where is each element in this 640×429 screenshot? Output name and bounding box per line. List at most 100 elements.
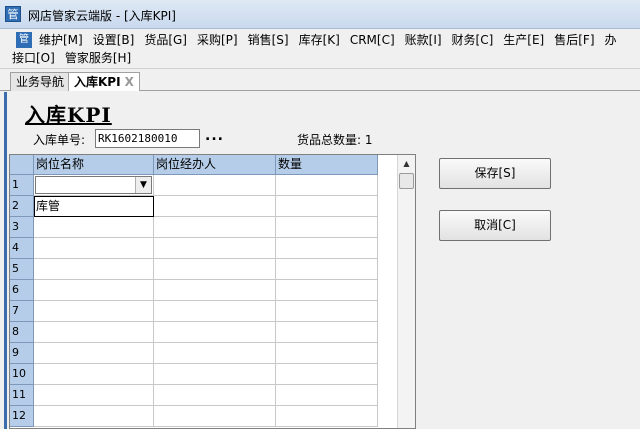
cell-handler[interactable] [154, 217, 276, 238]
cell-position[interactable] [34, 343, 154, 364]
table-row[interactable]: 5 [10, 259, 381, 280]
row-number[interactable]: 6 [10, 280, 34, 301]
menu-accounts[interactable]: 账款[I] [401, 31, 448, 49]
menu-aftersales[interactable]: 售后[F] [550, 31, 600, 49]
menu-sales[interactable]: 销售[S] [244, 31, 295, 49]
cell-position[interactable] [34, 217, 154, 238]
cell-quantity[interactable] [276, 343, 378, 364]
cell-position[interactable] [34, 406, 154, 427]
cell-position[interactable] [34, 364, 154, 385]
table-row[interactable]: 2 库管 [10, 196, 381, 217]
cell-handler[interactable] [154, 280, 276, 301]
row-number[interactable]: 1 [10, 175, 34, 196]
table-row[interactable]: 12 [10, 406, 381, 427]
cell-handler[interactable] [154, 385, 276, 406]
cell-quantity[interactable] [276, 322, 378, 343]
cell-position[interactable] [34, 385, 154, 406]
table-row[interactable]: 8 [10, 322, 381, 343]
menu-crm[interactable]: CRM[C] [346, 31, 401, 49]
menu-production[interactable]: 生产[E] [499, 31, 550, 49]
menu-service[interactable]: 管家服务[H] [61, 49, 137, 67]
grid-vertical-scrollbar[interactable]: ▲ [397, 155, 415, 428]
order-number-field[interactable]: RK1602180010 [95, 129, 200, 148]
row-number[interactable]: 9 [10, 343, 34, 364]
menu-inventory[interactable]: 库存[K] [295, 31, 346, 49]
menu-settings[interactable]: 设置[B] [89, 31, 141, 49]
tab-close-icon[interactable]: X [125, 75, 134, 89]
cell-quantity[interactable] [276, 175, 378, 196]
menu-finance[interactable]: 财务[C] [448, 31, 500, 49]
row-number[interactable]: 10 [10, 364, 34, 385]
cell-position[interactable] [34, 238, 154, 259]
row-number[interactable]: 7 [10, 301, 34, 322]
menu-bar: 管 维护[M] 设置[B] 货品[G] 采购[P] 销售[S] 库存[K] CR… [0, 29, 640, 69]
column-header-quantity[interactable]: 数量 [276, 155, 378, 175]
row-number[interactable]: 11 [10, 385, 34, 406]
column-header-position[interactable]: 岗位名称 [34, 155, 154, 175]
cell-handler[interactable] [154, 238, 276, 259]
cell-handler[interactable] [154, 322, 276, 343]
row-number[interactable]: 2 [10, 196, 34, 217]
main-content: 入库KPI 入库单号: RK1602180010 ... 货品总数量: 1 岗位… [4, 92, 640, 429]
cell-handler[interactable] [154, 196, 276, 217]
window-title: 网店管家云端版 - [入库KPI] [28, 9, 176, 23]
column-header-handler[interactable]: 岗位经办人 [154, 155, 276, 175]
row-number[interactable]: 12 [10, 406, 34, 427]
cell-quantity[interactable] [276, 385, 378, 406]
cell-quantity[interactable] [276, 196, 378, 217]
cell-quantity[interactable] [276, 217, 378, 238]
cell-quantity[interactable] [276, 280, 378, 301]
grid-body: 1 ▼ 2 库管 3 4 5 6 7 8 9 10 11 12 [10, 175, 381, 427]
cell-position[interactable] [34, 259, 154, 280]
cell-position[interactable]: 库管 [34, 196, 154, 217]
cell-handler[interactable] [154, 364, 276, 385]
cell-quantity[interactable] [276, 259, 378, 280]
table-row[interactable]: 3 [10, 217, 381, 238]
row-number[interactable]: 4 [10, 238, 34, 259]
row-number[interactable]: 5 [10, 259, 34, 280]
cell-position[interactable] [34, 280, 154, 301]
table-row[interactable]: 9 [10, 343, 381, 364]
table-row[interactable]: 4 [10, 238, 381, 259]
menu-row-1: 管 维护[M] 设置[B] 货品[G] 采购[P] 销售[S] 库存[K] CR… [0, 31, 623, 49]
cell-position[interactable] [34, 301, 154, 322]
row-number[interactable]: 8 [10, 322, 34, 343]
table-row[interactable]: 10 [10, 364, 381, 385]
tab-bar: 业务导航 入库KPI X [0, 69, 640, 91]
cell-quantity[interactable] [276, 364, 378, 385]
grid-header: 岗位名称 岗位经办人 数量 [10, 155, 381, 175]
cell-handler[interactable] [154, 343, 276, 364]
menu-maintain[interactable]: 维护[M] [35, 31, 89, 49]
scroll-thumb[interactable] [399, 173, 414, 189]
table-row[interactable]: 6 [10, 280, 381, 301]
cell-handler[interactable] [154, 175, 276, 196]
cell-handler[interactable] [154, 259, 276, 280]
table-row[interactable]: 11 [10, 385, 381, 406]
page-title: 入库KPI [25, 103, 112, 127]
cell-handler[interactable] [154, 406, 276, 427]
row-number[interactable]: 3 [10, 217, 34, 238]
order-number-label: 入库单号: [33, 133, 86, 147]
cell-handler[interactable] [154, 301, 276, 322]
table-row[interactable]: 1 ▼ [10, 175, 381, 196]
position-dropdown[interactable]: ▼ [35, 176, 152, 194]
menu-interface[interactable]: 接口[O] [0, 49, 61, 67]
cell-quantity[interactable] [276, 238, 378, 259]
cell-quantity[interactable] [276, 406, 378, 427]
save-button[interactable]: 保存[S] [439, 158, 551, 189]
chevron-down-icon[interactable]: ▼ [135, 177, 151, 193]
cell-quantity[interactable] [276, 301, 378, 322]
cell-position[interactable] [34, 322, 154, 343]
menu-purchase[interactable]: 采购[P] [193, 31, 244, 49]
menu-goods[interactable]: 货品[G] [140, 31, 193, 49]
table-row[interactable]: 7 [10, 301, 381, 322]
order-lookup-button[interactable]: ... [205, 128, 224, 144]
tab-business-nav[interactable]: 业务导航 [10, 72, 71, 91]
cell-position[interactable]: ▼ [34, 175, 154, 196]
total-quantity-label: 货品总数量: 1 [297, 133, 373, 147]
cancel-button[interactable]: 取消[C] [439, 210, 551, 241]
tab-inbound-kpi[interactable]: 入库KPI X [68, 72, 140, 91]
kpi-grid: 岗位名称 岗位经办人 数量 1 ▼ 2 库管 3 4 5 6 7 8 9 10 11 12 ▲ [9, 154, 416, 429]
scroll-up-arrow-icon[interactable]: ▲ [399, 156, 414, 171]
menu-office[interactable]: 办 [601, 31, 623, 49]
